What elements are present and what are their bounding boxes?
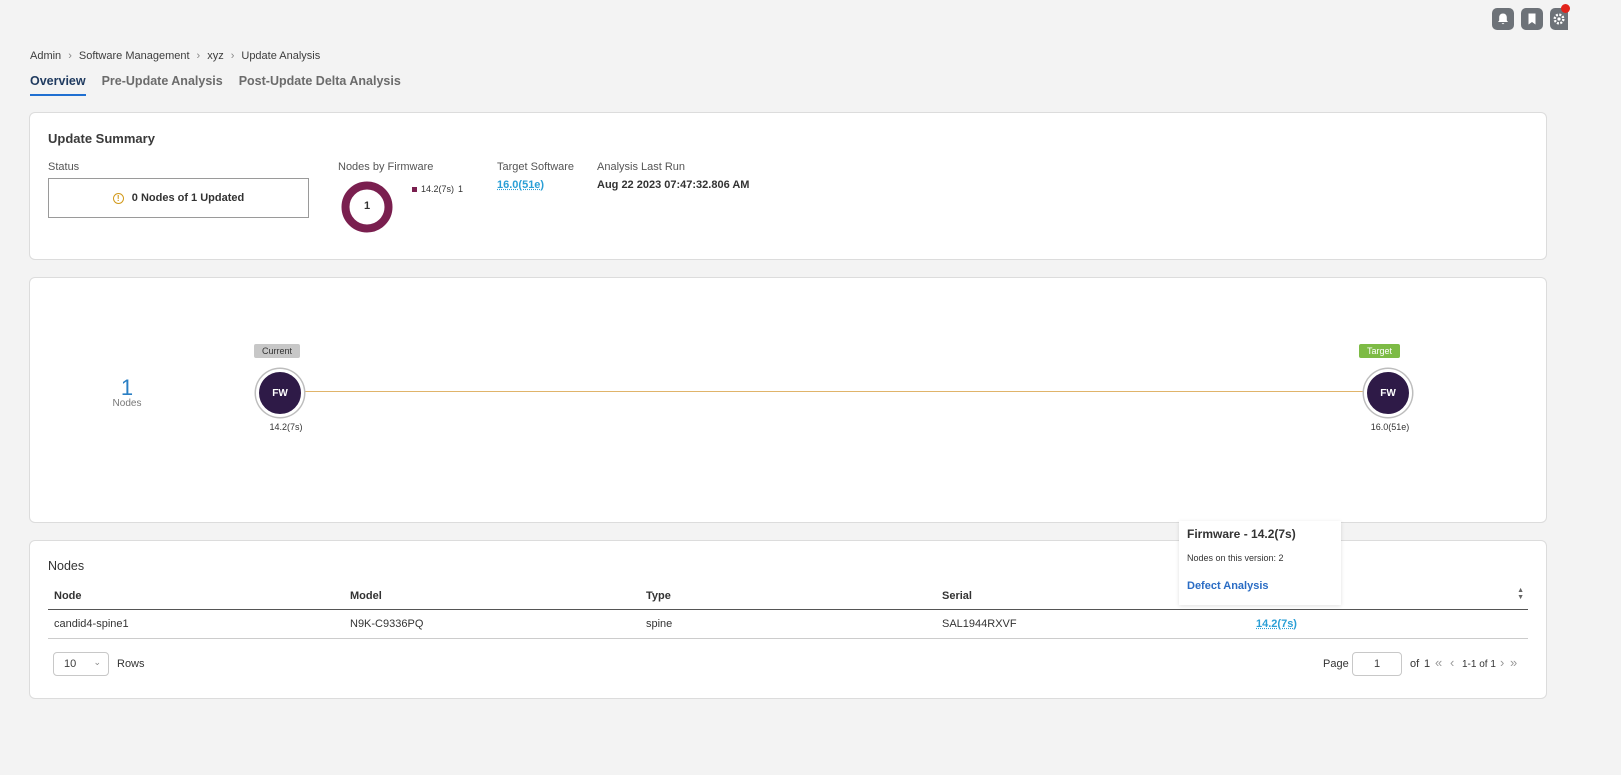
breadcrumb-separator-icon: ›	[230, 50, 235, 62]
breadcrumb-update-analysis: Update Analysis	[241, 50, 321, 62]
notification-dot	[1561, 4, 1570, 13]
popover-title: Firmware - 14.2(7s)	[1187, 527, 1296, 541]
nodes-by-firmware-label: Nodes by Firmware	[338, 161, 434, 173]
next-page-icon[interactable]: ›	[1500, 655, 1504, 670]
cell-type: spine	[640, 609, 936, 639]
defect-analysis-link[interactable]: Defect Analysis	[1187, 580, 1269, 592]
page-number-input[interactable]: 1	[1352, 652, 1402, 676]
nodes-title: Nodes	[48, 559, 85, 573]
tab-overview[interactable]: Overview	[30, 74, 86, 96]
target-software-link[interactable]: 16.0(51e)	[497, 179, 544, 191]
breadcrumb-software-management[interactable]: Software Management	[79, 50, 190, 62]
breadcrumb: Admin › Software Management › xyz › Upda…	[30, 50, 320, 62]
breadcrumb-separator-icon: ›	[196, 50, 201, 62]
status-text: 0 Nodes of 1 Updated	[131, 192, 245, 204]
status-label: Status	[48, 161, 80, 173]
current-firmware-node[interactable]: FW	[256, 369, 304, 417]
tab-post-update-delta-analysis[interactable]: Post-Update Delta Analysis	[239, 74, 401, 96]
legend-swatch	[412, 186, 417, 192]
target-version-label: 16.0(51e)	[1370, 422, 1410, 432]
version-path-line	[300, 391, 1382, 392]
target-software-label: Target Software	[497, 161, 575, 173]
breadcrumb-admin[interactable]: Admin	[30, 50, 61, 62]
tab-pre-update-analysis[interactable]: Pre-Update Analysis	[102, 74, 223, 96]
chevron-down-icon: ⌄	[93, 657, 101, 667]
legend-count: 1	[458, 184, 464, 194]
previous-page-icon[interactable]: ‹	[1450, 655, 1454, 670]
breadcrumb-xyz[interactable]: xyz	[207, 50, 224, 62]
target-firmware-node[interactable]: FW	[1364, 369, 1412, 417]
rows-per-page-value: 10	[64, 658, 77, 670]
page-range-label: 1-1 of 1	[1462, 659, 1496, 670]
tab-bar: Overview Pre-Update Analysis Post-Update…	[30, 74, 401, 96]
update-flow-card: 1 Nodes Current FW 14.2(7s) Target FW 16…	[29, 277, 1547, 523]
status-box: ! 0 Nodes of 1 Updated	[48, 178, 309, 218]
donut-center-count: 1	[363, 200, 371, 212]
breadcrumb-separator-icon: ›	[68, 50, 72, 62]
current-version-label: 14.2(7s)	[269, 422, 303, 432]
rows-per-page-select[interactable]: 10 ⌄	[53, 652, 109, 676]
total-pages: 1	[1424, 658, 1431, 670]
analysis-last-run-value: Aug 22 2023 07:47:32.806 AM	[597, 179, 750, 191]
gear-icon[interactable]	[1550, 4, 1570, 30]
current-pill: Current	[254, 344, 301, 358]
node-count-label: Nodes	[112, 398, 142, 409]
legend-version: 14.2(7s)	[421, 184, 455, 194]
column-header-model[interactable]: Model	[344, 583, 640, 610]
cell-model: N9K-C9336PQ	[344, 609, 640, 639]
rows-label: Rows	[117, 658, 145, 670]
page-label: Page	[1323, 658, 1349, 670]
cell-serial: SAL1944RXVF	[936, 609, 1232, 639]
cell-firmware-link[interactable]: 14.2(7s)	[1256, 618, 1297, 630]
of-label: of	[1410, 658, 1420, 670]
update-summary-card: Update Summary Status ! 0 Nodes of 1 Upd…	[29, 112, 1547, 260]
first-page-icon[interactable]: «	[1435, 655, 1442, 670]
analysis-last-run-label: Analysis Last Run	[597, 161, 686, 173]
cell-node: candid4-spine1	[48, 609, 344, 639]
table-row[interactable]: candid4-spine1 N9K-C9336PQ spine SAL1944…	[48, 609, 1528, 639]
bell-icon[interactable]	[1492, 8, 1514, 30]
target-pill: Target	[1359, 344, 1401, 358]
firmware-popover: Firmware - 14.2(7s) Nodes on this versio…	[1179, 521, 1341, 605]
sort-icon[interactable]: ▲ ▼	[1517, 587, 1524, 601]
column-header-type[interactable]: Type	[640, 583, 936, 610]
bookmark-icon[interactable]	[1521, 8, 1543, 30]
warning-icon: !	[112, 192, 124, 204]
donut-legend: 14.2(7s) 1	[412, 184, 463, 194]
column-header-node[interactable]: Node	[48, 583, 344, 610]
last-page-icon[interactable]: »	[1510, 655, 1517, 670]
popover-subtitle: Nodes on this version: 2	[1187, 553, 1284, 563]
summary-title: Update Summary	[48, 131, 155, 146]
